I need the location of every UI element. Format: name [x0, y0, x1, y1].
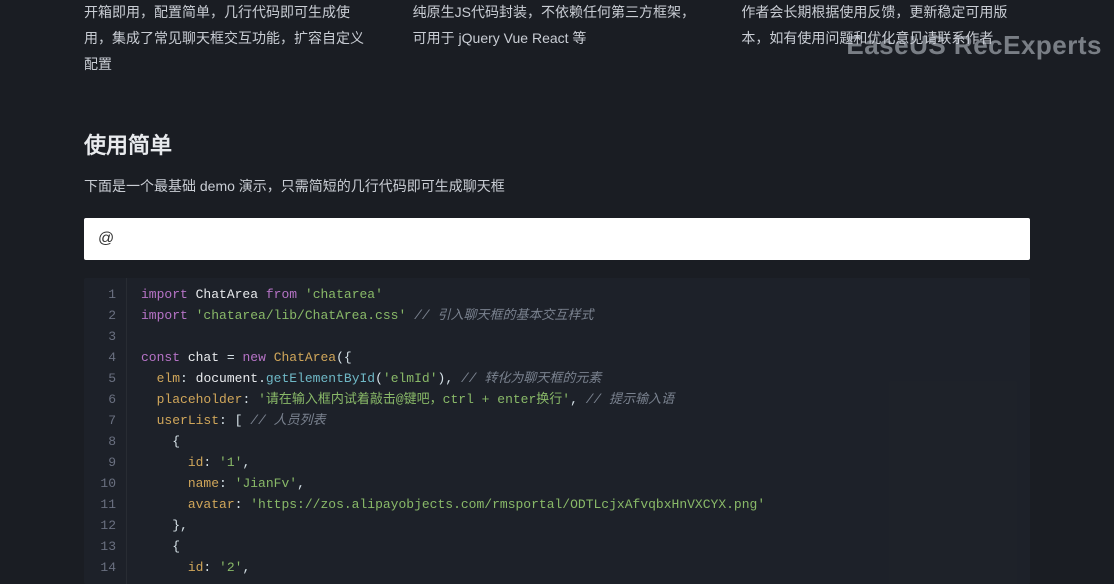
section-title: 使用简单 [84, 128, 1030, 160]
feature-row: 开箱即用，配置简单，几行代码即可生成使用，集成了常见聊天框交互功能，扩容自定义配… [84, 0, 1030, 78]
code-gutter: 1234567891011121314 [84, 278, 127, 584]
feature-item: 作者会长期根据使用反馈，更新稳定可用版本，如有使用问题和优化意见请联系作者 [741, 0, 1030, 78]
chat-demo-input[interactable]: @ [84, 218, 1030, 260]
code-example: 1234567891011121314 import ChatArea from… [84, 278, 1030, 584]
feature-item: 纯原生JS代码封装，不依赖任何第三方框架，可用于 jQuery Vue Reac… [413, 0, 702, 78]
section-desc: 下面是一个最基础 demo 演示，只需简短的几行代码即可生成聊天框 [84, 176, 1030, 196]
feature-item: 开箱即用，配置简单，几行代码即可生成使用，集成了常见聊天框交互功能，扩容自定义配… [84, 0, 373, 78]
code-content: import ChatArea from 'chatarea' import '… [127, 278, 779, 584]
